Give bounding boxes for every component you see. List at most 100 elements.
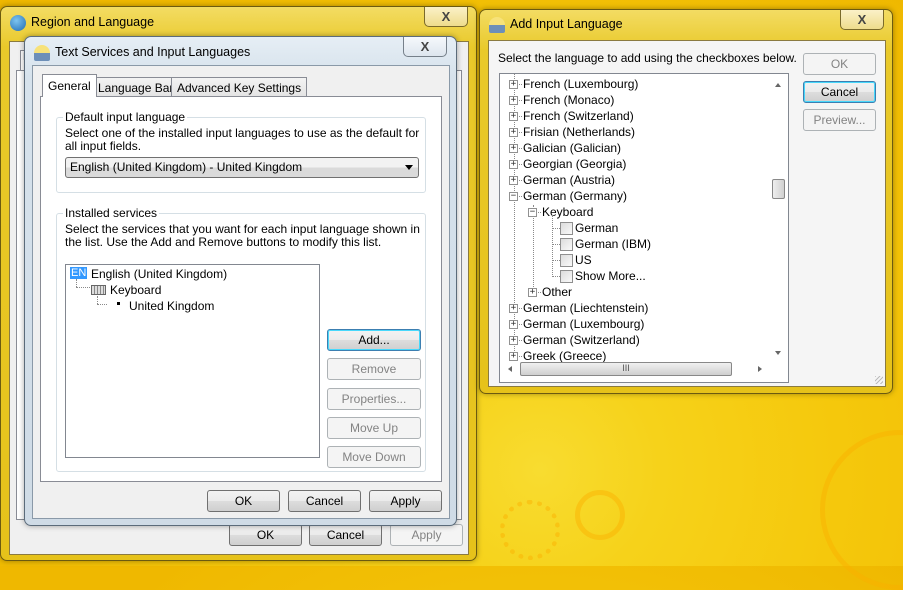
tab-label: General — [48, 79, 91, 93]
tab-label: Language Bar — [98, 80, 174, 95]
expand-icon[interactable]: + — [509, 176, 518, 185]
vscroll-up-arrow[interactable] — [775, 80, 781, 87]
default-input-group: Default input language Select one of the… — [56, 110, 426, 193]
group-description: Select one of the installed input langua… — [65, 126, 420, 153]
expand-icon[interactable]: + — [509, 112, 518, 121]
tree-item-language[interactable]: French (Monaco) — [523, 93, 614, 107]
hscroll-right-arrow[interactable] — [758, 366, 765, 372]
expand-icon[interactable]: + — [509, 320, 518, 329]
collapse-icon[interactable]: − — [528, 208, 537, 217]
default-language-dropdown[interactable]: English (United Kingdom) - United Kingdo… — [65, 157, 419, 178]
preview-button[interactable]: Preview... — [803, 109, 876, 131]
group-label: Default input language — [63, 110, 188, 124]
tree-item-language[interactable]: French (Luxembourg) — [523, 77, 638, 91]
move-down-button[interactable]: Move Down — [327, 446, 421, 468]
tree-item-language[interactable]: French (Switzerland) — [523, 109, 634, 123]
keyboard-language-icon — [489, 17, 505, 33]
expand-icon[interactable]: + — [528, 288, 537, 297]
collapse-icon[interactable]: − — [509, 192, 518, 201]
close-button[interactable]: X — [403, 37, 447, 57]
tree-item-layout[interactable]: United Kingdom — [129, 299, 214, 313]
ok-button[interactable]: OK — [803, 53, 876, 75]
hscroll-thumb[interactable]: III — [520, 362, 732, 376]
keyboard-checkbox[interactable] — [560, 222, 573, 235]
move-up-button[interactable]: Move Up — [327, 417, 421, 439]
keyboard-language-icon — [34, 45, 50, 61]
language-tree[interactable]: + French (Luxembourg) + French (Monaco) + Fre… — [499, 73, 789, 383]
installed-services-group: Installed services Select the services t… — [56, 206, 426, 472]
tree-line — [76, 287, 90, 288]
language-badge: EN — [70, 267, 88, 279]
keyboard-checkbox[interactable] — [560, 238, 573, 251]
close-icon: X — [441, 9, 451, 24]
expand-icon[interactable]: + — [509, 336, 518, 345]
keyboard-icon — [91, 285, 106, 295]
tree-item-language[interactable]: Georgian (Georgia) — [523, 157, 626, 171]
tree-item-language[interactable]: English (United Kingdom) — [91, 267, 227, 281]
tree-line — [552, 276, 560, 277]
wallpaper-circle — [575, 490, 625, 540]
tree-item-keyboard[interactable]: Keyboard — [110, 283, 161, 297]
tree-item-language-expanded[interactable]: German (Germany) — [523, 189, 627, 203]
add-input-language-window: Add Input Language X Select the language… — [479, 9, 893, 394]
expand-icon[interactable]: + — [509, 352, 518, 361]
cancel-button[interactable]: Cancel — [803, 81, 876, 103]
tree-item-keyboard-layout[interactable]: German — [575, 221, 618, 235]
apply-button[interactable]: Apply — [390, 524, 463, 546]
tree-item-keyboard[interactable]: Keyboard — [542, 205, 593, 219]
tab-language-bar[interactable]: Language Bar — [92, 77, 180, 97]
text-services-window: Text Services and Input Languages X Gene… — [24, 36, 457, 526]
close-button[interactable]: X — [424, 7, 468, 27]
bullet-icon — [117, 302, 120, 305]
tree-item-language[interactable]: Frisian (Netherlands) — [523, 125, 635, 139]
tab-panel: Default input language Select one of the… — [40, 96, 442, 482]
add-button[interactable]: Add... — [327, 329, 421, 351]
tree-line — [552, 244, 560, 245]
tree-item-keyboard-layout[interactable]: German (IBM) — [575, 237, 651, 251]
vscroll-thumb[interactable] — [772, 179, 785, 199]
apply-button[interactable]: Apply — [369, 490, 442, 512]
cancel-button[interactable]: Cancel — [288, 490, 361, 512]
tree-line — [552, 215, 553, 277]
text-services-client: General Language Bar Advanced Key Settin… — [32, 65, 450, 519]
wallpaper-circle — [820, 430, 903, 590]
tree-item-language[interactable]: German (Switzerland) — [523, 333, 640, 347]
tree-line — [97, 304, 107, 305]
ok-button[interactable]: OK — [207, 490, 280, 512]
tree-item-language[interactable]: German (Liechtenstein) — [523, 301, 648, 315]
wallpaper-flower — [500, 500, 560, 560]
tree-item-language[interactable]: Greek (Greece) — [523, 349, 606, 363]
tree-line — [552, 228, 560, 229]
tab-general[interactable]: General — [42, 74, 97, 97]
tab-label: Advanced Key Settings — [177, 80, 302, 95]
expand-icon[interactable]: + — [509, 160, 518, 169]
close-icon: X — [420, 39, 430, 54]
tree-item-other[interactable]: Other — [542, 285, 572, 299]
expand-icon[interactable]: + — [509, 144, 518, 153]
expand-icon[interactable]: + — [509, 96, 518, 105]
tree-item-language[interactable]: German (Austria) — [523, 173, 615, 187]
resize-grip[interactable] — [875, 376, 883, 384]
tree-item-keyboard-layout[interactable]: Show More... — [575, 269, 646, 283]
expand-icon[interactable]: + — [509, 128, 518, 137]
installed-services-tree[interactable]: EN English (United Kingdom) Keyboard Uni… — [65, 264, 320, 458]
tree-item-language[interactable]: Galician (Galician) — [523, 141, 621, 155]
window-title: Text Services and Input Languages — [55, 45, 251, 59]
hscroll-left-arrow[interactable] — [505, 366, 512, 372]
cancel-button[interactable]: Cancel — [309, 524, 382, 546]
tree-item-language[interactable]: German (Luxembourg) — [523, 317, 644, 331]
tab-advanced-key-settings[interactable]: Advanced Key Settings — [171, 77, 308, 97]
remove-button[interactable]: Remove — [327, 358, 421, 380]
instruction-text: Select the language to add using the che… — [498, 51, 797, 65]
properties-button[interactable]: Properties... — [327, 388, 421, 410]
ok-button[interactable]: OK — [229, 524, 302, 546]
vscroll-down-arrow[interactable] — [775, 351, 781, 358]
expand-icon[interactable]: + — [509, 80, 518, 89]
tree-item-keyboard-layout[interactable]: US — [575, 253, 592, 267]
close-button[interactable]: X — [840, 10, 884, 30]
keyboard-checkbox[interactable] — [560, 254, 573, 267]
window-title: Region and Language — [31, 15, 155, 29]
expand-icon[interactable]: + — [509, 304, 518, 313]
keyboard-checkbox[interactable] — [560, 270, 573, 283]
globe-clock-icon — [10, 15, 26, 31]
